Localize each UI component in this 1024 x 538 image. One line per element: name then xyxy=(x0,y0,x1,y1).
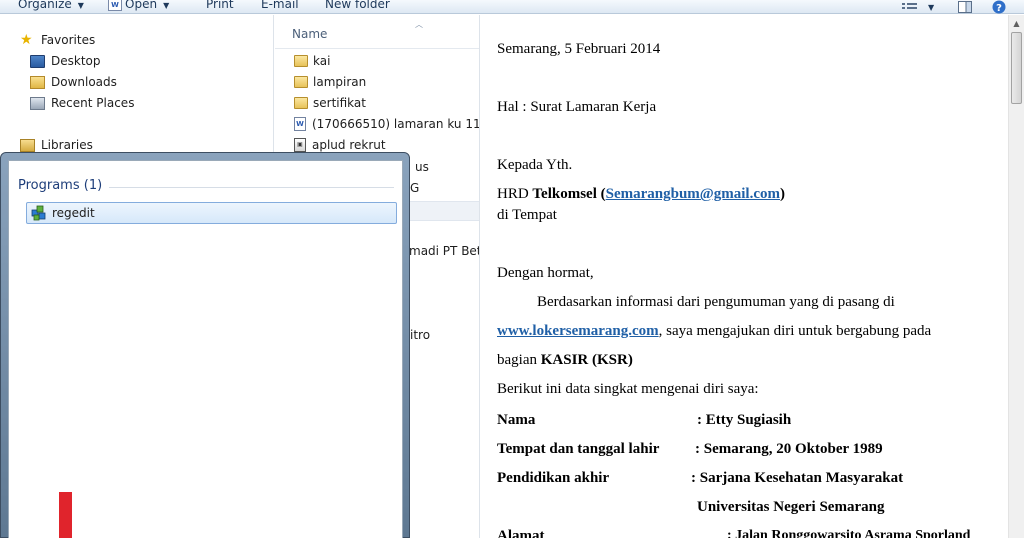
letter-recipient: HRD Telkomsel (Semarangbum@gmail.com) xyxy=(497,186,785,203)
word-icon: W xyxy=(108,0,122,11)
open-button[interactable]: W Open ▼ xyxy=(108,0,169,11)
letter-place: di Tempat xyxy=(497,207,557,223)
nav-recent-places-label: Recent Places xyxy=(51,96,135,110)
scroll-thumb[interactable] xyxy=(1011,32,1022,104)
list-item[interactable]: kai xyxy=(294,54,330,68)
partial-file-name[interactable]: madi PT Beto xyxy=(409,244,479,258)
field-label-nama: Nama xyxy=(497,412,536,428)
loker-link[interactable]: www.lokersemarang.com xyxy=(497,323,659,339)
file-name: (170666510) lamaran ku 11 xyxy=(312,117,480,131)
nav-libraries[interactable]: Libraries xyxy=(20,138,93,152)
column-name[interactable]: Name xyxy=(292,27,327,41)
libraries-icon xyxy=(20,138,35,152)
vertical-scrollbar[interactable]: ▲ xyxy=(1008,15,1024,538)
print-button[interactable]: Print xyxy=(206,0,234,11)
nav-downloads-label: Downloads xyxy=(51,75,117,89)
nav-downloads[interactable]: Downloads xyxy=(30,75,117,89)
partial-file-name[interactable]: itro xyxy=(410,328,430,342)
image-file-icon: ▣ xyxy=(294,138,306,152)
red-marker xyxy=(59,492,72,538)
help-icon: ? xyxy=(992,0,1006,14)
folder-icon xyxy=(294,76,308,88)
organize-button[interactable]: Organize ▼ xyxy=(18,0,84,11)
email-button[interactable]: E-mail xyxy=(261,0,299,11)
recipient-email-link[interactable]: Semarangbum@gmail.com xyxy=(606,186,780,202)
letter-data-intro: Berikut ini data singkat mengenai diri s… xyxy=(497,381,759,397)
column-header: ︿ Name xyxy=(275,15,479,49)
nav-desktop[interactable]: Desktop xyxy=(30,54,101,68)
recipient-company: Telkomsel ( xyxy=(532,186,606,202)
paragraph-text: , saya mengajukan diri untuk bergabung p… xyxy=(658,323,932,339)
partial-file-name[interactable]: us xyxy=(415,160,429,174)
field-value-universitas: Universitas Negeri Semarang xyxy=(697,499,885,515)
programs-header[interactable]: Programs (1) xyxy=(18,178,102,193)
list-item[interactable]: ▣ aplud rekrut xyxy=(294,138,386,152)
programs-divider xyxy=(109,187,394,188)
svg-text:?: ? xyxy=(996,3,1002,14)
partial-file-name[interactable]: G xyxy=(410,181,419,195)
command-bar: Organize ▼ W Open ▼ Print E-mail New folder… xyxy=(0,0,1024,14)
chevron-down-icon: ▼ xyxy=(928,2,935,12)
letter-greeting: Dengan hormat, xyxy=(497,265,594,281)
folder-icon xyxy=(294,55,308,67)
field-label-ttl: Tempat dan tanggal lahir xyxy=(497,441,660,457)
search-result-regedit[interactable]: regedit xyxy=(26,202,397,224)
position-name: KASIR (KSR) xyxy=(540,352,633,368)
position-prefix: bagian xyxy=(497,352,541,368)
preview-pane-icon xyxy=(958,1,972,13)
nav-libraries-label: Libraries xyxy=(41,138,93,152)
document-preview: Semarang, 5 Februari 2014 Hal : Surat La… xyxy=(481,15,1008,538)
folder-icon xyxy=(294,97,308,109)
help-button[interactable]: ? xyxy=(992,0,1006,14)
open-label: Open xyxy=(125,0,158,11)
start-menu: Programs (1) regedit xyxy=(0,152,410,538)
recent-places-icon xyxy=(30,96,45,110)
desktop-icon xyxy=(30,54,45,68)
regedit-icon xyxy=(31,205,46,221)
star-icon: ★ xyxy=(20,32,33,48)
list-item[interactable]: W (170666510) lamaran ku 11 xyxy=(294,117,480,131)
new-folder-button[interactable]: New folder xyxy=(325,0,390,11)
list-item[interactable]: lampiran xyxy=(294,75,366,89)
file-name: lampiran xyxy=(313,75,367,89)
recipient-close: ) xyxy=(780,186,785,202)
start-menu-results: Programs (1) regedit xyxy=(8,160,403,538)
nav-desktop-label: Desktop xyxy=(51,54,101,68)
nav-recent-places[interactable]: Recent Places xyxy=(30,96,134,110)
field-value-alamat: : Jalan Ronggowarsito Asrama Sporland xyxy=(727,528,971,538)
field-value-ttl: : Semarang, 20 Oktober 1989 xyxy=(695,441,883,457)
letter-date: Semarang, 5 Februari 2014 xyxy=(497,41,661,57)
scroll-up-arrow-icon[interactable]: ▲ xyxy=(1009,15,1024,31)
nav-favorites[interactable]: ★ Favorites xyxy=(20,33,95,47)
word-document-icon: W xyxy=(294,117,306,131)
list-item[interactable]: sertifikat xyxy=(294,96,366,110)
file-name: sertifikat xyxy=(313,96,366,110)
chevron-down-icon: ▼ xyxy=(163,1,170,10)
file-name: kai xyxy=(313,54,331,68)
letter-paragraph-line: www.lokersemarang.com, saya mengajukan d… xyxy=(497,323,931,340)
letter-paragraph: Berdasarkan informasi dari pengumuman ya… xyxy=(537,294,895,310)
view-options-button[interactable]: ▼ xyxy=(902,0,934,14)
letter-position-line: bagian KASIR (KSR) xyxy=(497,352,633,369)
field-value-pendidikan: : Sarjana Kesehatan Masyarakat xyxy=(691,470,904,486)
regedit-label: regedit xyxy=(52,206,95,220)
sort-caret-icon: ︿ xyxy=(415,20,423,29)
field-value-nama: : Etty Sugiasih xyxy=(697,412,792,428)
downloads-icon xyxy=(30,75,45,89)
file-name: aplud rekrut xyxy=(312,138,386,152)
recipient-prefix: HRD xyxy=(497,186,533,202)
preview-pane-button[interactable] xyxy=(958,0,972,14)
organize-label: Organize xyxy=(18,0,72,11)
view-list-icon xyxy=(902,3,917,9)
letter-subject: Hal : Surat Lamaran Kerja xyxy=(497,99,657,115)
chevron-down-icon: ▼ xyxy=(77,1,84,10)
field-label-pendidikan: Pendidikan akhir xyxy=(497,470,610,486)
letter-recipient-heading: Kepada Yth. xyxy=(497,157,573,173)
nav-favorites-label: Favorites xyxy=(41,33,96,47)
field-label-alamat: Alamat xyxy=(497,528,545,538)
